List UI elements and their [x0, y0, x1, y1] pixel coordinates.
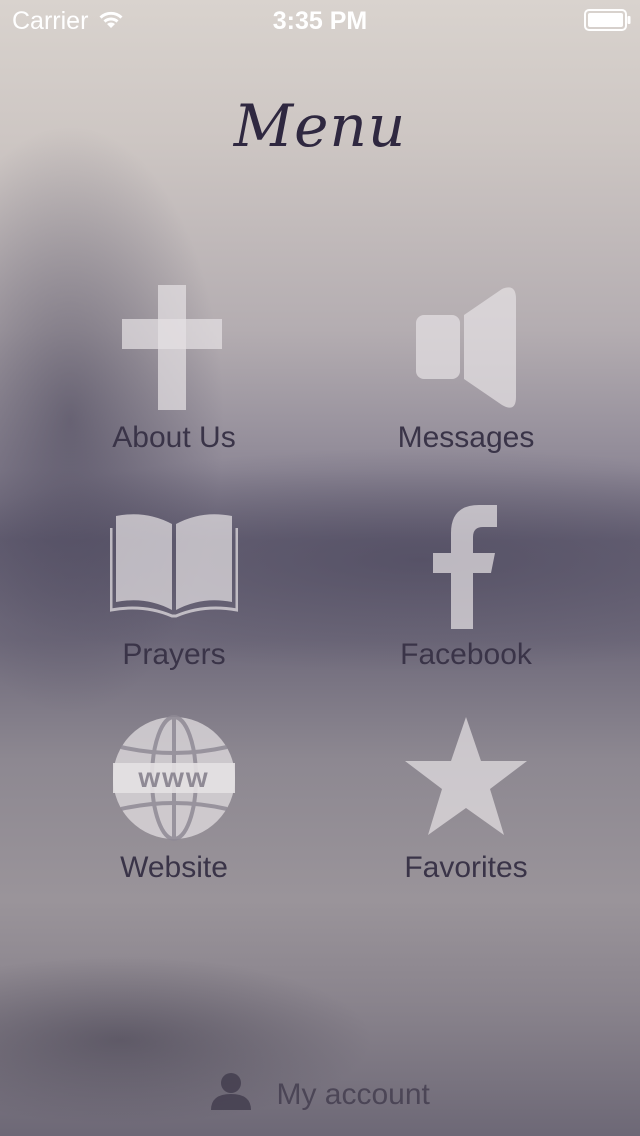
- status-bar: Carrier 3:35 PM: [0, 0, 640, 40]
- menu-item-messages[interactable]: Messages: [346, 285, 586, 485]
- page-title: Menu: [233, 92, 407, 160]
- menu-label-website: Website: [120, 851, 228, 884]
- menu-item-facebook[interactable]: Facebook: [346, 503, 586, 703]
- menu-label-facebook: Facebook: [400, 638, 532, 671]
- cross-icon: [122, 285, 226, 418]
- menu-item-website[interactable]: www Website: [54, 715, 294, 915]
- menu-item-favorites[interactable]: Favorites: [346, 715, 586, 915]
- globe-www-icon: www: [111, 715, 237, 846]
- my-account-label: My account: [276, 1078, 430, 1111]
- star-icon: [403, 715, 529, 844]
- menu-label-favorites: Favorites: [404, 851, 528, 884]
- menu-item-about-us[interactable]: About Us: [54, 285, 294, 485]
- person-icon: [210, 1072, 252, 1118]
- speaker-icon: [414, 285, 518, 418]
- menu-label-about-us: About Us: [112, 421, 236, 454]
- open-book-icon: [109, 510, 239, 625]
- menu-label-prayers: Prayers: [122, 638, 226, 671]
- my-account-button[interactable]: My account: [0, 1072, 640, 1118]
- facebook-icon: [431, 503, 501, 634]
- status-time: 3:35 PM: [272, 7, 368, 35]
- svg-text:www: www: [137, 762, 209, 793]
- menu-item-prayers[interactable]: Prayers: [54, 510, 294, 710]
- battery-icon: [584, 9, 631, 31]
- menu-label-messages: Messages: [397, 421, 535, 454]
